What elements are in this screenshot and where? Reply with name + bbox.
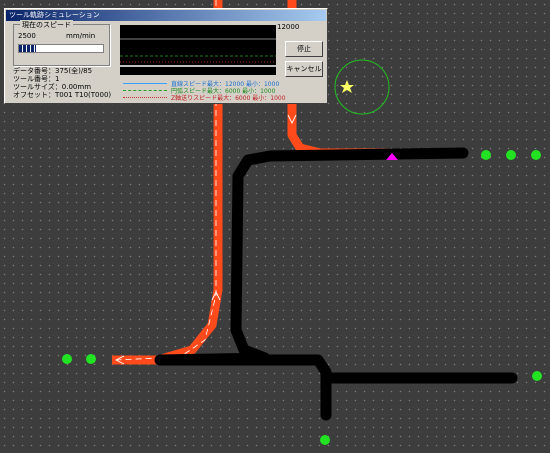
tool-size: ツールサイズ：0.00mm	[13, 83, 92, 91]
speed-value: 2500	[18, 32, 36, 40]
speed-group: 現在のスピード 2500 mm/min	[13, 20, 110, 66]
speed-group-label: 現在のスピード	[20, 20, 73, 30]
pad[interactable]	[481, 150, 491, 160]
pad[interactable]	[531, 150, 541, 160]
speed-unit: mm/min	[66, 32, 96, 40]
progress-fill	[19, 45, 36, 52]
data-number: データ番号：375(全)/85	[13, 67, 93, 75]
tool-path-simulation-dialog: ツール軌跡シミュレーション 現在のスピード 2500 mm/min データ番号：…	[4, 8, 328, 104]
legend-text: Z軸送りスピード最大：6000 最小：1000	[171, 95, 286, 102]
star-icon	[340, 80, 354, 93]
legend-line	[123, 97, 167, 98]
progress-bar	[18, 44, 104, 53]
graph-max-value: 12000	[277, 23, 300, 31]
legend-line	[123, 83, 167, 84]
pad[interactable]	[320, 435, 330, 445]
speed-graph	[120, 25, 276, 75]
info-panel: データ番号：375(全)/85 ツール番号：1 ツールサイズ：0.00mm オフ…	[13, 67, 111, 99]
pad[interactable]	[532, 371, 542, 381]
tool-number: ツール番号：1	[13, 75, 60, 83]
pad[interactable]	[86, 354, 96, 364]
offset: オフセット：T001 T10(T000)	[13, 91, 112, 99]
cancel-button[interactable]: キャンセル	[285, 61, 323, 77]
pad[interactable]	[506, 150, 516, 160]
legend-line	[123, 90, 167, 91]
speed-graph-plot	[120, 38, 276, 67]
pad[interactable]	[62, 354, 72, 364]
stop-button[interactable]: 停止	[285, 41, 323, 57]
